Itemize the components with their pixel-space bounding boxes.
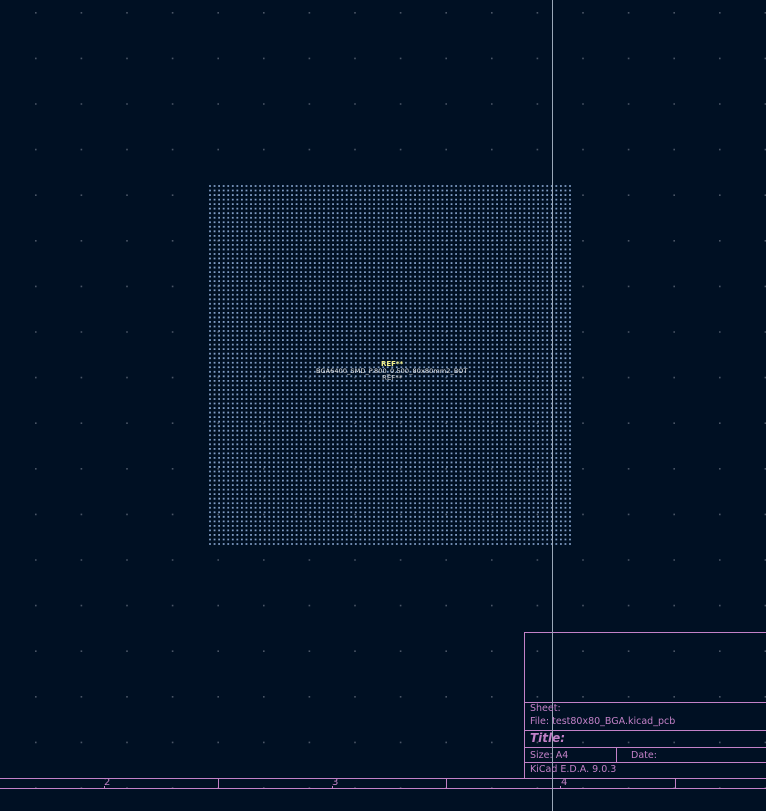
tool-version: 9.0.3 bbox=[592, 764, 617, 775]
title-block-date-label: Date: bbox=[631, 750, 657, 761]
size-label: Size: bbox=[530, 750, 553, 761]
canvas-background bbox=[0, 0, 766, 811]
title-block-tool: KiCad E.D.A. 9.0.3 bbox=[530, 765, 616, 775]
title-block-size: Size: A4 bbox=[530, 751, 568, 761]
ruler-number-3: 3 bbox=[332, 777, 339, 788]
title-block-title-label: Title: bbox=[530, 731, 566, 745]
ruler-number-4: 4 bbox=[561, 777, 568, 788]
title-block-sheet-label: Sheet: bbox=[530, 703, 561, 714]
file-value: test80x80_BGA.kicad_pcb bbox=[552, 716, 676, 727]
footprint-reference-bottom[interactable]: REF** bbox=[382, 375, 402, 382]
size-value: A4 bbox=[555, 750, 569, 761]
pcb-canvas[interactable] bbox=[0, 0, 766, 811]
file-label: File: bbox=[530, 716, 550, 727]
ruler-number-2: 2 bbox=[104, 777, 111, 788]
title-block-file-label: File: test80x80_BGA.kicad_pcb bbox=[530, 717, 675, 727]
tool-label: KiCad E.D.A. bbox=[530, 764, 590, 775]
